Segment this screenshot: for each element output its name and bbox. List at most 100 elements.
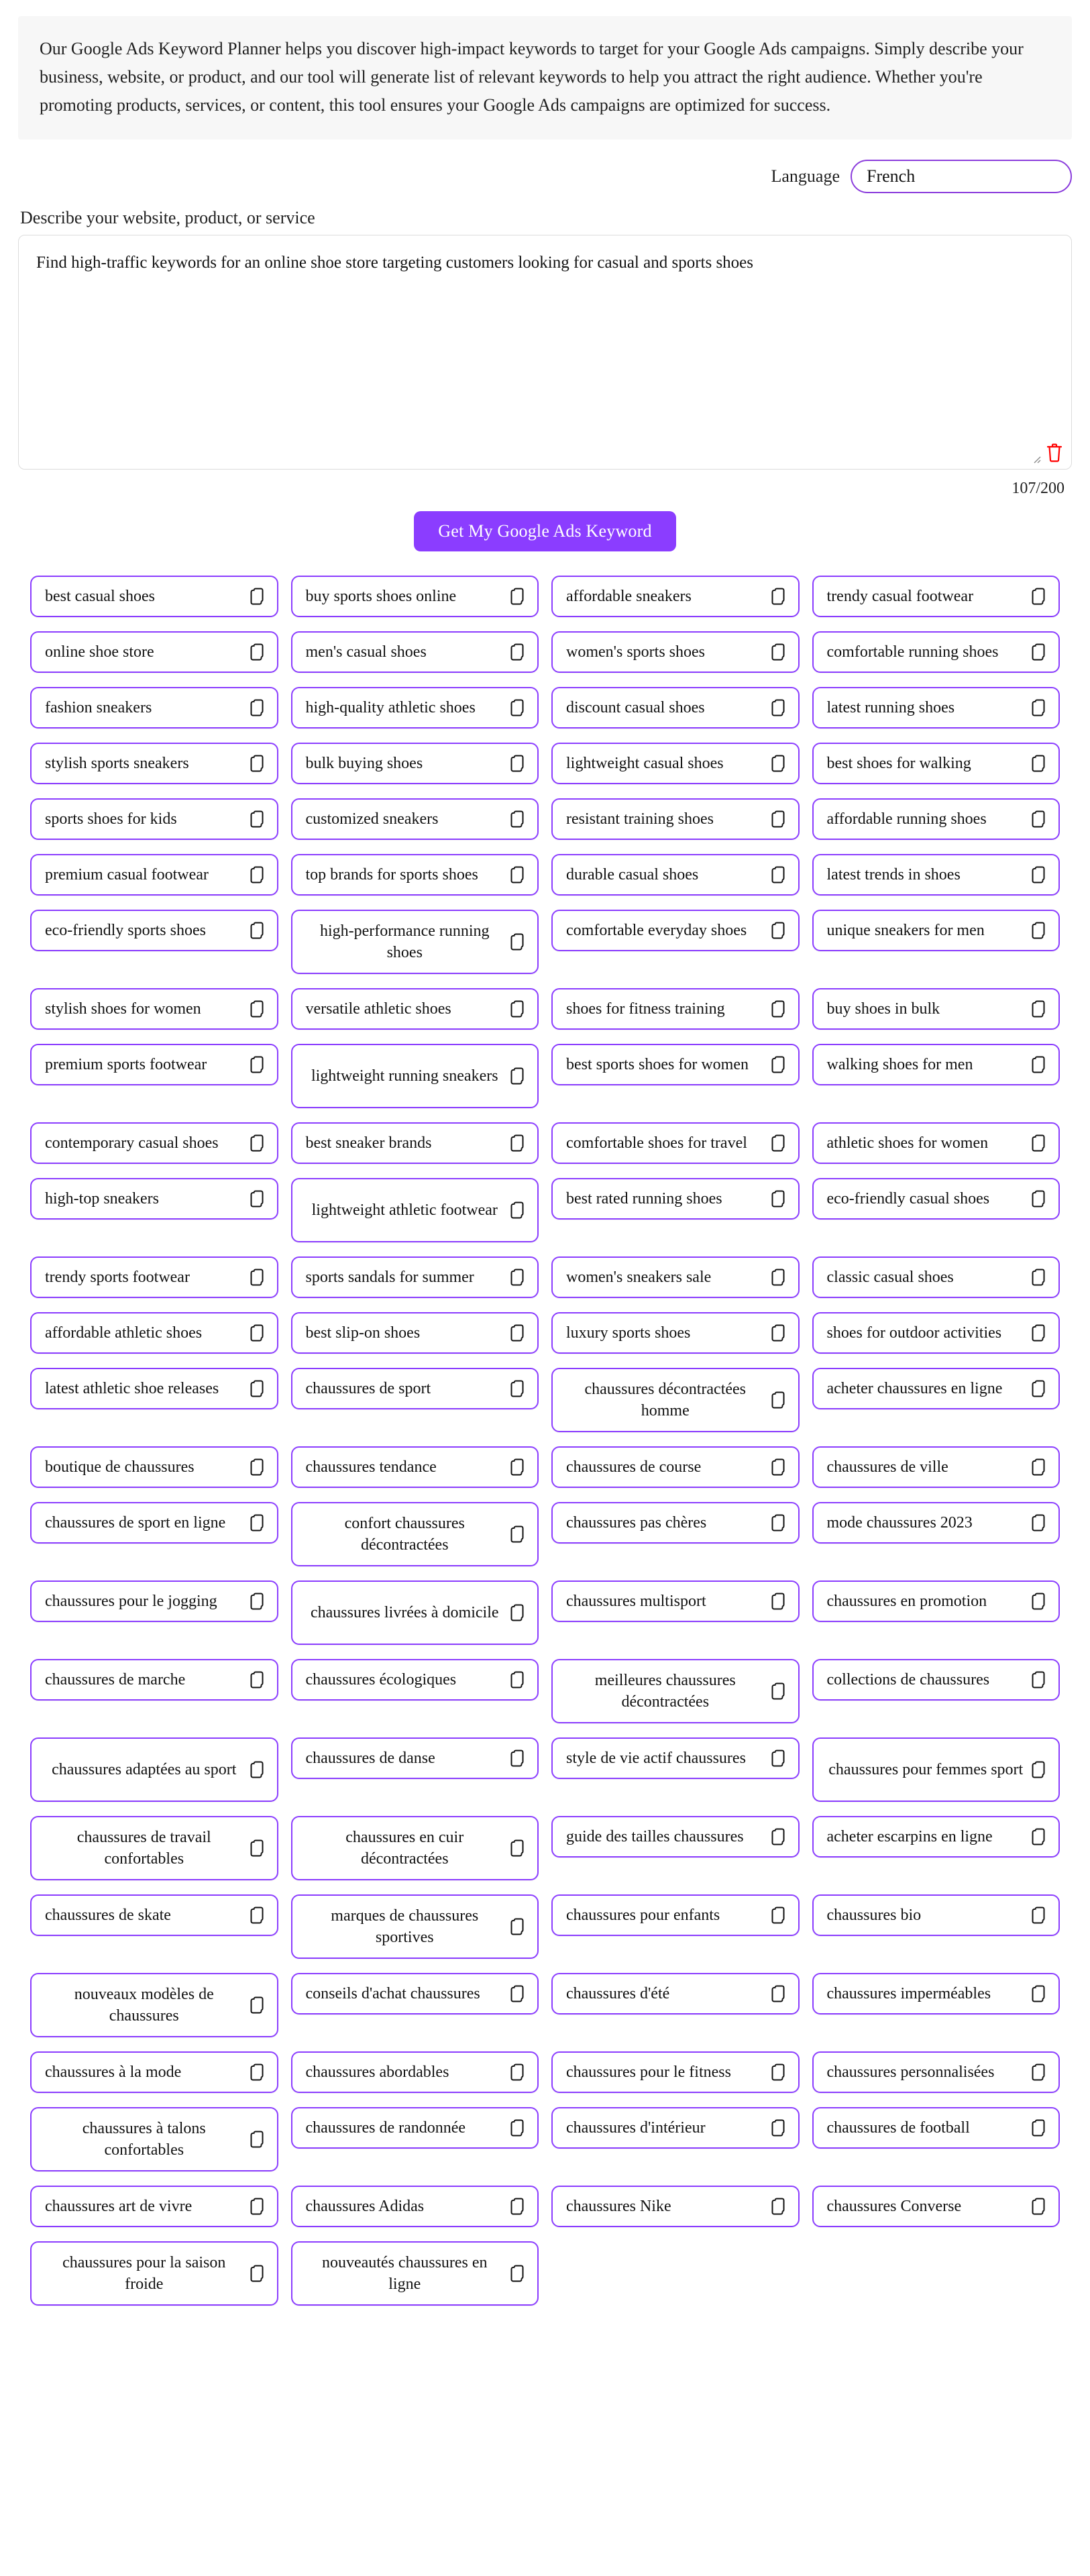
copy-icon[interactable]: [1032, 1458, 1046, 1476]
copy-icon[interactable]: [510, 1985, 525, 2002]
copy-icon[interactable]: [771, 1056, 786, 1073]
copy-icon[interactable]: [1032, 755, 1046, 772]
keyword-chip[interactable]: chaussures pour enfants: [551, 1894, 800, 1937]
keyword-chip[interactable]: latest athletic shoe releases: [30, 1368, 278, 1410]
copy-icon[interactable]: [250, 1269, 265, 1286]
keyword-chip[interactable]: lightweight running sneakers: [290, 1044, 539, 1109]
copy-icon[interactable]: [1032, 588, 1046, 605]
keyword-chip[interactable]: lightweight casual shoes: [551, 743, 800, 785]
keyword-chip[interactable]: buy sports shoes online: [290, 576, 539, 618]
keyword-chip[interactable]: affordable running shoes: [812, 798, 1060, 841]
copy-icon[interactable]: [1032, 1190, 1046, 1208]
copy-icon[interactable]: [510, 1458, 525, 1476]
keyword-chip[interactable]: durable casual shoes: [551, 854, 800, 896]
copy-icon[interactable]: [250, 1134, 265, 1152]
copy-icon[interactable]: [1032, 643, 1046, 661]
keyword-chip[interactable]: chaussures pour le jogging: [30, 1580, 278, 1623]
copy-icon[interactable]: [510, 1918, 525, 1935]
keyword-chip[interactable]: chaussures imperméables: [812, 1973, 1060, 2015]
keyword-chip[interactable]: high-top sneakers: [30, 1178, 278, 1220]
copy-icon[interactable]: [771, 2063, 786, 2081]
copy-icon[interactable]: [250, 1380, 265, 1397]
get-keywords-button[interactable]: Get My Google Ads Keyword: [414, 511, 676, 552]
keyword-chip[interactable]: meilleures chaussures décontractées: [551, 1659, 800, 1724]
copy-icon[interactable]: [771, 1828, 786, 1845]
copy-icon[interactable]: [771, 643, 786, 661]
keyword-chip[interactable]: chaussures de marche: [30, 1659, 278, 1701]
keyword-chip[interactable]: chaussures livrées à domicile: [290, 1580, 539, 1646]
copy-icon[interactable]: [250, 2198, 265, 2215]
copy-icon[interactable]: [1032, 1671, 1046, 1688]
keyword-chip[interactable]: chaussures Adidas: [290, 2186, 539, 2228]
keyword-chip[interactable]: chaussures pour le fitness: [551, 2051, 800, 2094]
keyword-chip[interactable]: men's casual shoes: [290, 631, 539, 674]
keyword-chip[interactable]: acheter chaussures en ligne: [812, 1368, 1060, 1410]
copy-icon[interactable]: [510, 1750, 525, 1767]
copy-icon[interactable]: [510, 1604, 525, 1621]
keyword-chip[interactable]: chaussures de skate: [30, 1894, 278, 1937]
keyword-chip[interactable]: chaussures de danse: [290, 1737, 539, 1780]
keyword-chip[interactable]: chaussures de sport en ligne: [30, 1502, 278, 1544]
copy-icon[interactable]: [250, 1000, 265, 1018]
copy-icon[interactable]: [1032, 2119, 1046, 2137]
keyword-chip[interactable]: latest running shoes: [812, 687, 1060, 729]
keyword-chip[interactable]: sports sandals for summer: [290, 1256, 539, 1299]
copy-icon[interactable]: [510, 2063, 525, 2081]
keyword-chip[interactable]: athletic shoes for women: [812, 1122, 1060, 1165]
keyword-chip[interactable]: luxury sports shoes: [551, 1312, 800, 1354]
copy-icon[interactable]: [1032, 1000, 1046, 1018]
copy-icon[interactable]: [771, 1000, 786, 1018]
keyword-chip[interactable]: chaussures à talons confortables: [30, 2107, 278, 2172]
keyword-chip[interactable]: chaussures en cuir décontractées: [290, 1816, 539, 1881]
keyword-chip[interactable]: high-quality athletic shoes: [290, 687, 539, 729]
copy-icon[interactable]: [250, 1056, 265, 1073]
copy-icon[interactable]: [1032, 2198, 1046, 2215]
keyword-chip[interactable]: chaussures à la mode: [30, 2051, 278, 2094]
copy-icon[interactable]: [1032, 1324, 1046, 1342]
keyword-chip[interactable]: chaussures art de vivre: [30, 2186, 278, 2228]
copy-icon[interactable]: [250, 1514, 265, 1532]
copy-icon[interactable]: [1032, 1056, 1046, 1073]
copy-icon[interactable]: [250, 922, 265, 939]
keyword-chip[interactable]: chaussures personnalisées: [812, 2051, 1060, 2094]
keyword-chip[interactable]: high-performance running shoes: [290, 910, 539, 975]
copy-icon[interactable]: [250, 1761, 265, 1778]
copy-icon[interactable]: [250, 1907, 265, 1924]
copy-icon[interactable]: [250, 810, 265, 828]
copy-icon[interactable]: [510, 755, 525, 772]
copy-icon[interactable]: [250, 1324, 265, 1342]
clear-textarea-button[interactable]: [1041, 439, 1068, 466]
copy-icon[interactable]: [771, 699, 786, 716]
copy-icon[interactable]: [510, 699, 525, 716]
copy-icon[interactable]: [250, 2265, 265, 2282]
keyword-chip[interactable]: comfortable shoes for travel: [551, 1122, 800, 1165]
keyword-chip[interactable]: guide des tailles chaussures: [551, 1816, 800, 1858]
copy-icon[interactable]: [1032, 1907, 1046, 1924]
copy-icon[interactable]: [771, 1514, 786, 1532]
copy-icon[interactable]: [771, 755, 786, 772]
copy-icon[interactable]: [771, 922, 786, 939]
keyword-chip[interactable]: best slip-on shoes: [290, 1312, 539, 1354]
keyword-chip[interactable]: chaussures Nike: [551, 2186, 800, 2228]
copy-icon[interactable]: [1032, 1828, 1046, 1845]
keyword-chip[interactable]: chaussures de sport: [290, 1368, 539, 1410]
copy-icon[interactable]: [771, 1593, 786, 1610]
copy-icon[interactable]: [510, 1525, 525, 1543]
copy-icon[interactable]: [771, 2198, 786, 2215]
language-select[interactable]: French: [851, 160, 1072, 194]
keyword-chip[interactable]: affordable sneakers: [551, 576, 800, 618]
copy-icon[interactable]: [510, 866, 525, 883]
copy-icon[interactable]: [250, 755, 265, 772]
copy-icon[interactable]: [250, 1593, 265, 1610]
keyword-chip[interactable]: nouveautés chaussures en ligne: [290, 2241, 539, 2306]
copy-icon[interactable]: [510, 933, 525, 951]
keyword-chip[interactable]: chaussures pour femmes sport: [812, 1737, 1060, 1803]
copy-icon[interactable]: [1032, 922, 1046, 939]
keyword-chip[interactable]: chaussures pas chères: [551, 1502, 800, 1544]
keyword-chip[interactable]: women's sneakers sale: [551, 1256, 800, 1299]
copy-icon[interactable]: [1032, 1985, 1046, 2002]
keyword-chip[interactable]: versatile athletic shoes: [290, 988, 539, 1030]
keyword-chip[interactable]: best rated running shoes: [551, 1178, 800, 1220]
keyword-chip[interactable]: stylish shoes for women: [30, 988, 278, 1030]
keyword-chip[interactable]: bulk buying shoes: [290, 743, 539, 785]
